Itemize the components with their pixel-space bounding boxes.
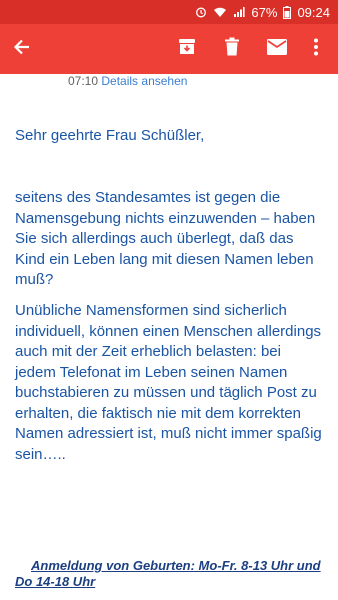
- message-meta: 07:10 Details ansehen: [68, 74, 187, 88]
- footer-line-2: Do 14-18 Uhr: [15, 574, 96, 589]
- more-vert-icon: [313, 37, 319, 62]
- alarm-icon: [195, 6, 207, 18]
- battery-icon: [283, 5, 292, 19]
- more-options-button[interactable]: [294, 24, 338, 74]
- back-button[interactable]: [0, 24, 44, 74]
- archive-icon: [177, 37, 197, 62]
- delete-button[interactable]: [210, 24, 254, 74]
- status-icons: 67% 09:24: [195, 0, 330, 24]
- battery-percent: 67%: [251, 4, 278, 20]
- footer-line-1: Anmeldung von Geburten: Mo-Fr. 8-13 Uhr …: [31, 558, 321, 573]
- delete-icon: [224, 37, 240, 62]
- details-link[interactable]: Details ansehen: [101, 74, 187, 88]
- greeting: Sehr geehrte Frau Schüßler,: [15, 127, 205, 144]
- mail-icon: [266, 38, 288, 61]
- signal-icon: [233, 6, 246, 18]
- message-paragraph-1: seitens des Standesamtes ist gegen die N…: [15, 189, 316, 288]
- app-bar: [0, 24, 338, 74]
- status-bar: 67% 09:24: [0, 0, 338, 24]
- wifi-icon: [213, 6, 227, 18]
- message-paragraph-2: Unübliche Namensformen sind sicherlich i…: [15, 302, 322, 463]
- back-arrow-icon: [12, 37, 32, 62]
- message-time: 07:10: [68, 74, 99, 88]
- mail-button[interactable]: [255, 24, 299, 74]
- footer-registration-hours[interactable]: Anmeldung von Geburten: Mo-Fr. 8-13 Uhr …: [15, 558, 325, 590]
- status-time: 09:24: [297, 4, 330, 20]
- archive-button[interactable]: [165, 24, 209, 74]
